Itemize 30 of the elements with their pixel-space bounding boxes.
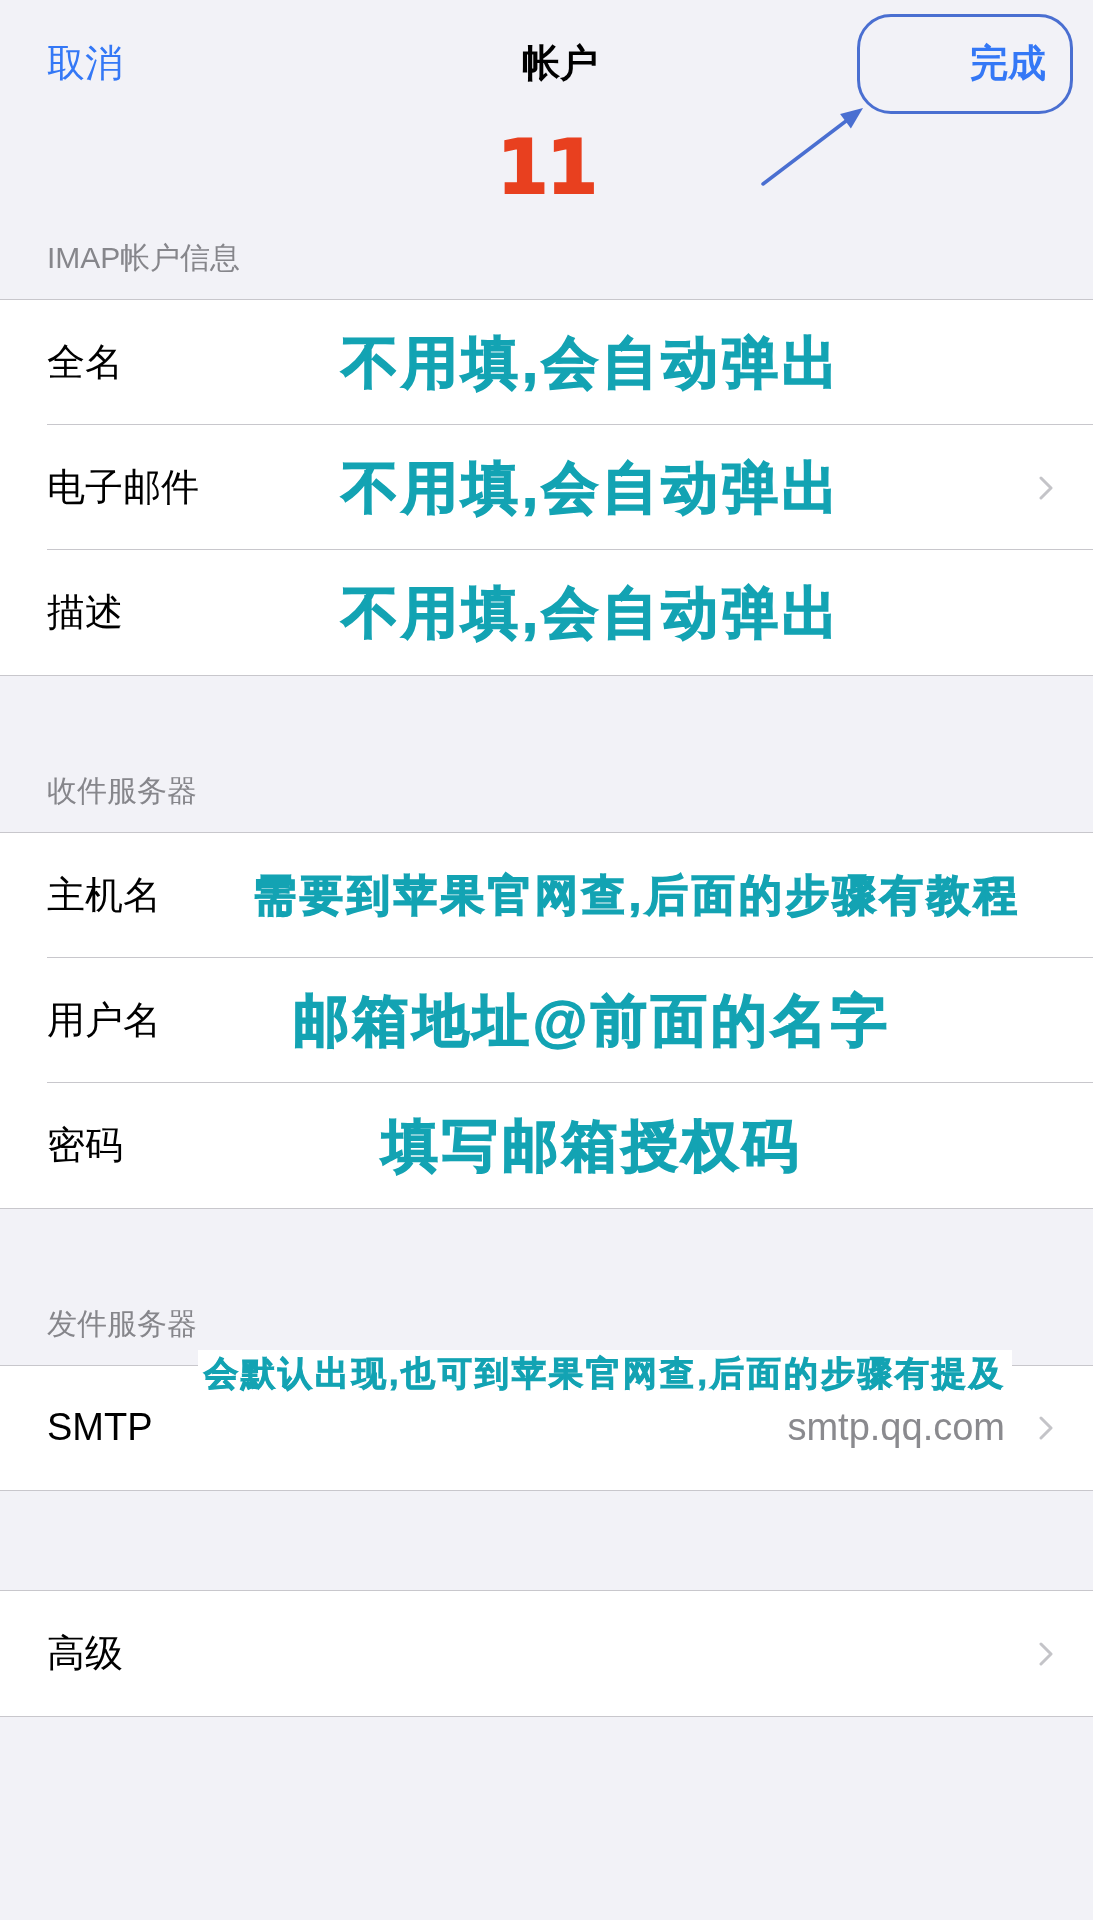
section-header: IMAP帐户信息 [47, 240, 242, 276]
settings-row[interactable]: 高级 [0, 1591, 1093, 1716]
step-number: 11 [497, 130, 596, 204]
settings-row[interactable]: 用户名 邮箱地址@前面的名字 [0, 958, 1093, 1083]
annotation-text: 不用填,会自动弹出 [342, 331, 842, 394]
row-label: 密码 [47, 1122, 123, 1168]
annotation-text: 不用填,会自动弹出 [342, 456, 842, 519]
cancel-button[interactable]: 取消 [47, 41, 123, 87]
screen-title: 帐户 [522, 41, 598, 87]
settings-row[interactable]: 电子邮件 不用填,会自动弹出 [0, 425, 1093, 550]
settings-row[interactable]: 描述 不用填,会自动弹出 [0, 550, 1093, 675]
annotation-text: 邮箱地址@前面的名字 [292, 989, 892, 1052]
section-header: 收件服务器 [47, 773, 198, 809]
done-button[interactable]: 完成 [970, 41, 1046, 87]
row-label: 主机名 [47, 872, 161, 918]
settings-row[interactable]: 全名 不用填,会自动弹出 [0, 300, 1093, 425]
annotation-text: 填写邮箱授权码 [382, 1114, 802, 1177]
annotation-text: 需要到苹果官网查,后面的步骤有教程 [253, 871, 1021, 920]
row-value: smtp.qq.com [787, 1405, 1005, 1451]
annotation-text: 不用填,会自动弹出 [342, 581, 842, 644]
row-label: 全名 [47, 339, 123, 385]
section-header: 发件服务器 [47, 1306, 198, 1342]
row-label: 高级 [47, 1630, 123, 1676]
settings-row[interactable]: 会默认出现,也可到苹果官网查,后面的步骤有提及 SMTP smtp.qq.com [0, 1350, 1093, 1490]
row-label: 用户名 [47, 997, 161, 1043]
row-label: 描述 [47, 589, 123, 635]
row-label: SMTP [47, 1405, 153, 1451]
row-label: 电子邮件 [47, 464, 199, 510]
settings-row[interactable]: 密码 填写邮箱授权码 [0, 1083, 1093, 1208]
settings-row[interactable]: 主机名 需要到苹果官网查,后面的步骤有教程 [0, 833, 1093, 958]
